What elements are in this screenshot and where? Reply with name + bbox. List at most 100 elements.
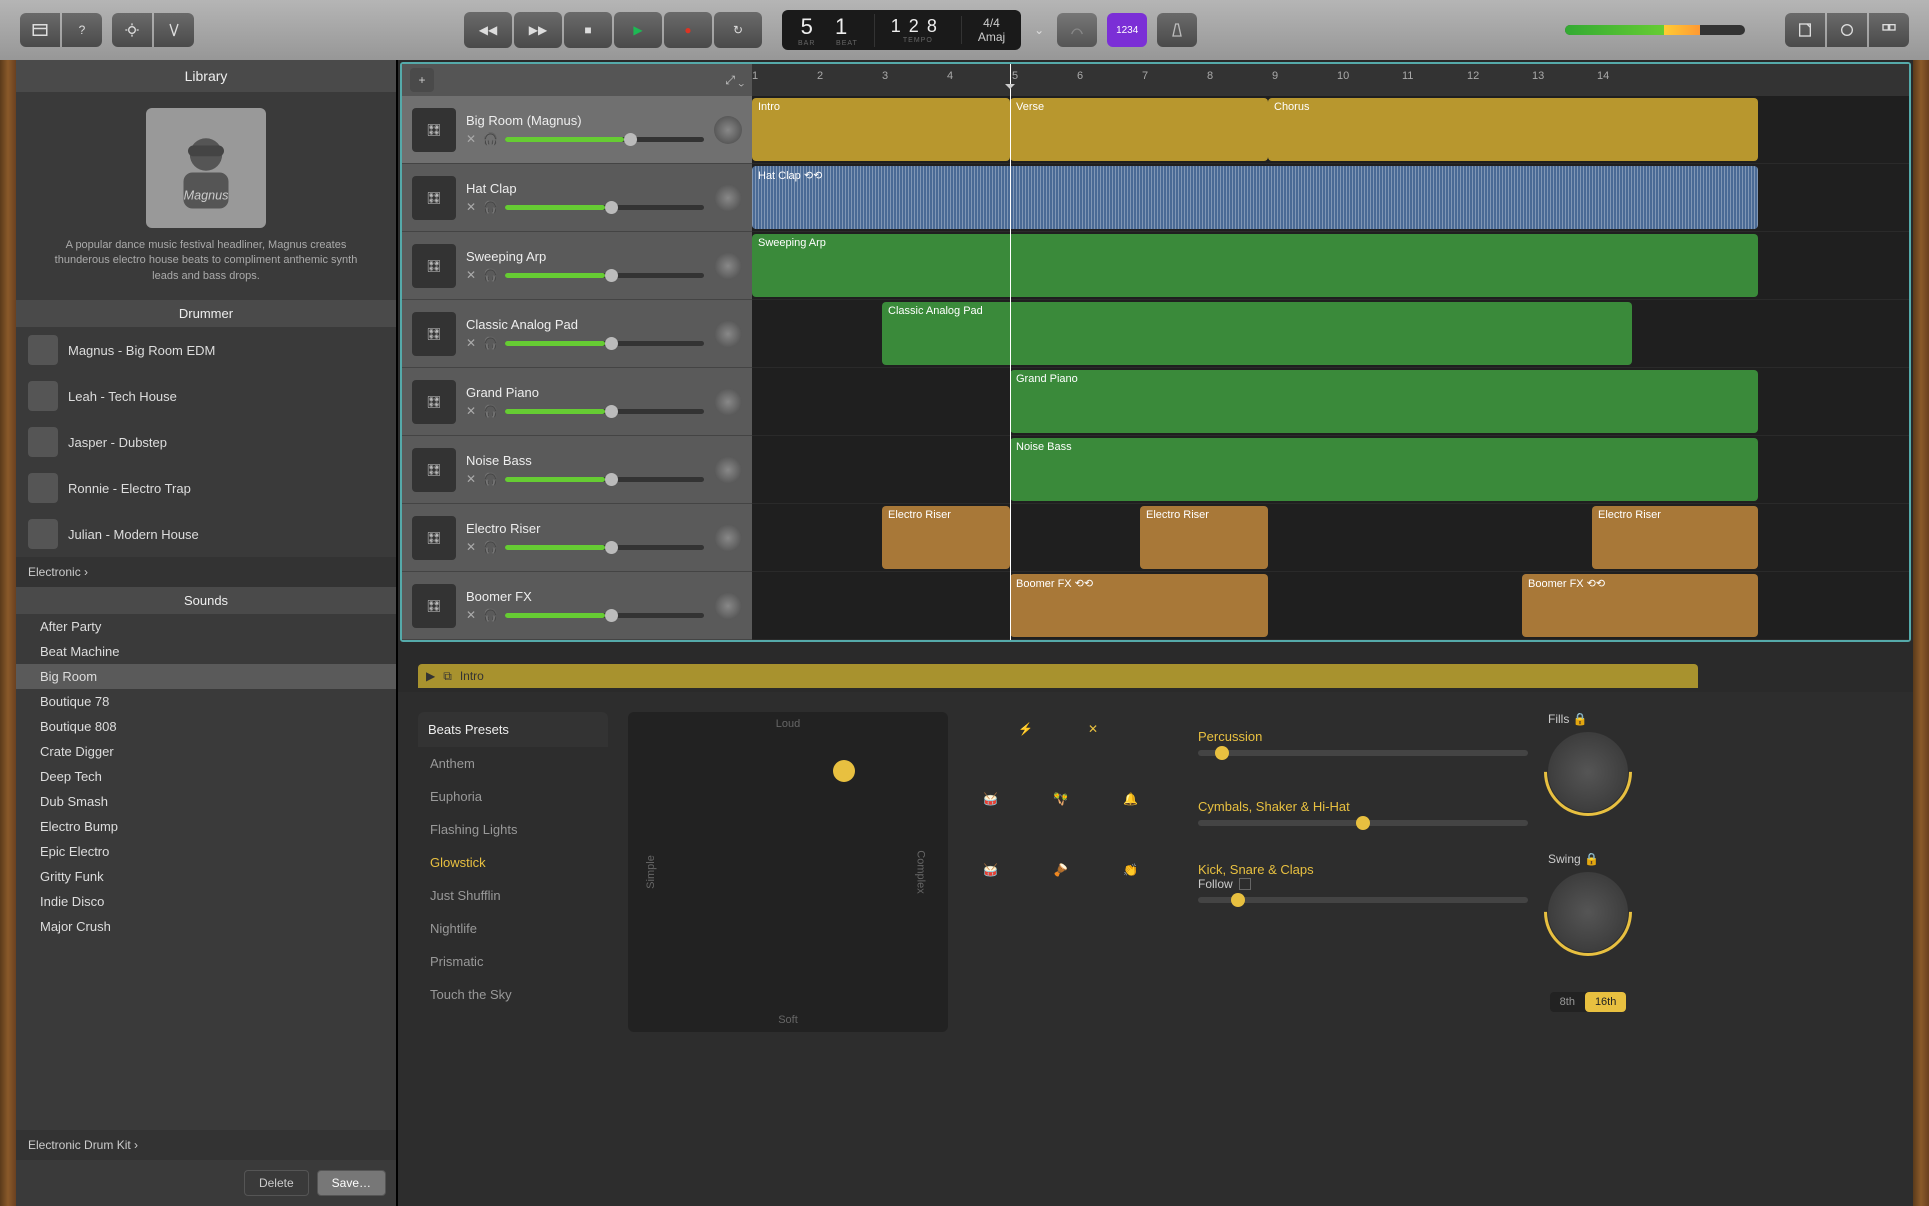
headphone-icon[interactable]: 🎧 [483,200,497,214]
save-button[interactable]: Save… [317,1170,386,1196]
mute-icon[interactable]: ✕ [466,132,480,146]
preset-item[interactable]: Touch the Sky [418,978,608,1011]
kit-slider[interactable] [1198,820,1528,826]
region[interactable]: Grand Piano [1010,370,1758,433]
sound-item[interactable]: Deep Tech [16,764,396,789]
preset-item[interactable]: Nightlife [418,912,608,945]
track-header[interactable]: 🎛 Classic Analog Pad ✕🎧 [402,300,752,368]
play-icon[interactable]: ▶ [426,669,435,683]
master-meter[interactable] [1565,25,1745,35]
region[interactable]: Electro Riser [1592,506,1758,569]
kit-slider[interactable] [1198,897,1528,903]
sound-item[interactable]: Crate Digger [16,739,396,764]
follow-toggle[interactable]: Follow [1198,877,1528,891]
metronome-button[interactable] [1157,13,1197,47]
region-lane[interactable]: Noise Bass [752,436,1909,504]
pan-knob[interactable] [714,116,742,144]
sound-item[interactable]: Indie Disco [16,889,396,914]
track-header[interactable]: 🎛 Electro Riser ✕🎧 [402,504,752,572]
mute-icon[interactable]: ✕ [466,268,480,282]
volume-slider[interactable] [505,205,704,210]
xy-pad[interactable]: Loud Soft Simple Complex [628,712,948,1032]
drummer-item[interactable]: Ronnie - Electro Trap [16,465,396,511]
media-button[interactable] [1869,13,1909,47]
swing-knob[interactable] [1548,872,1628,952]
rewind-button[interactable]: ◀◀ [464,12,512,48]
sound-item[interactable]: Big Room [16,664,396,689]
mute-icon[interactable]: ✕ [466,404,480,418]
region[interactable]: Boomer FX ⟲⟲ [1010,574,1268,637]
preset-item[interactable]: Glowstick [418,846,608,879]
region[interactable]: Sweeping Arp [752,234,1758,297]
region-lane[interactable]: IntroVerseChorus [752,96,1909,164]
sound-item[interactable]: Beat Machine [16,639,396,664]
sound-item[interactable]: Gritty Funk [16,864,396,889]
pan-knob[interactable] [714,320,742,348]
region[interactable]: Electro Riser [1140,506,1268,569]
kit-piece-icon[interactable]: 👏 [1123,863,1163,903]
kit-slider[interactable] [1198,750,1528,756]
note-option[interactable]: 8th [1550,992,1585,1012]
pan-knob[interactable] [714,184,742,212]
headphone-icon[interactable]: 🎧 [483,404,497,418]
headphone-icon[interactable]: 🎧 [483,268,497,282]
pan-knob[interactable] [714,524,742,552]
region[interactable]: Noise Bass [1010,438,1758,501]
track-header[interactable]: 🎛 Hat Clap ✕🎧 [402,164,752,232]
add-track-button[interactable]: + [410,68,434,92]
lcd-beat[interactable]: 1 [835,14,855,39]
preset-item[interactable]: Prismatic [418,945,608,978]
record-button[interactable]: ● [664,12,712,48]
sound-item[interactable]: Boutique 808 [16,714,396,739]
track-header[interactable]: 🎛 Big Room (Magnus) ✕🎧 [402,96,752,164]
note-option[interactable]: 16th [1585,992,1626,1012]
preset-item[interactable]: Euphoria [418,780,608,813]
drummer-item[interactable]: Magnus - Big Room EDM [16,327,396,373]
note-division[interactable]: 8th16th [1550,992,1627,1012]
headphone-icon[interactable]: 🎧 [483,336,497,350]
preset-item[interactable]: Flashing Lights [418,813,608,846]
cycle-button[interactable]: ↻ [714,12,762,48]
lcd-bar[interactable]: 5 [801,14,821,39]
library-toggle[interactable] [20,13,60,47]
pan-knob[interactable] [714,252,742,280]
pan-knob[interactable] [714,592,742,620]
tempo-value[interactable]: 128 [891,16,945,37]
mute-icon[interactable]: ✕ [466,336,480,350]
sound-item[interactable]: Electro Bump [16,814,396,839]
play-button[interactable]: ▶ [614,12,662,48]
sound-item[interactable]: Major Crush [16,914,396,939]
pan-knob[interactable] [714,456,742,484]
breadcrumb-electronic[interactable]: Electronic › [16,557,396,587]
region[interactable]: Verse [1010,98,1268,161]
kit-piece-icon[interactable]: ✕ [1088,722,1128,762]
region-lane[interactable]: Grand Piano [752,368,1909,436]
tuner-button[interactable] [1057,13,1097,47]
volume-slider[interactable] [505,545,704,550]
quick-help-button[interactable]: ? [62,13,102,47]
volume-slider[interactable] [505,477,704,482]
volume-slider[interactable] [505,273,704,278]
notepad-button[interactable] [1785,13,1825,47]
breadcrumb-kit[interactable]: Electronic Drum Kit › [16,1130,396,1160]
pan-knob[interactable] [714,388,742,416]
volume-slider[interactable] [505,137,704,142]
region-lane[interactable]: Hat Clap ⟲⟲ [752,164,1909,232]
key-sig[interactable]: Amaj [978,30,1005,44]
loops-button[interactable] [1827,13,1867,47]
headphone-icon[interactable]: 🎧 [483,608,497,622]
sound-item[interactable]: Epic Electro [16,839,396,864]
track-header[interactable]: 🎛 Sweeping Arp ✕🎧 [402,232,752,300]
time-sig[interactable]: 4/4 [978,16,1005,30]
drummer-item[interactable]: Jasper - Dubstep [16,419,396,465]
sound-item[interactable]: Dub Smash [16,789,396,814]
lcd-chevron[interactable]: ⌄ [1031,13,1047,47]
preset-item[interactable]: Just Shufflin [418,879,608,912]
delete-button[interactable]: Delete [244,1170,309,1196]
region-lane[interactable]: Boomer FX ⟲⟲Boomer FX ⟲⟲ [752,572,1909,640]
preset-item[interactable]: Anthem [418,747,608,780]
kit-piece-icon[interactable]: 🪇 [1053,792,1093,832]
volume-slider[interactable] [505,613,704,618]
drummer-item[interactable]: Julian - Modern House [16,511,396,557]
volume-slider[interactable] [505,341,704,346]
